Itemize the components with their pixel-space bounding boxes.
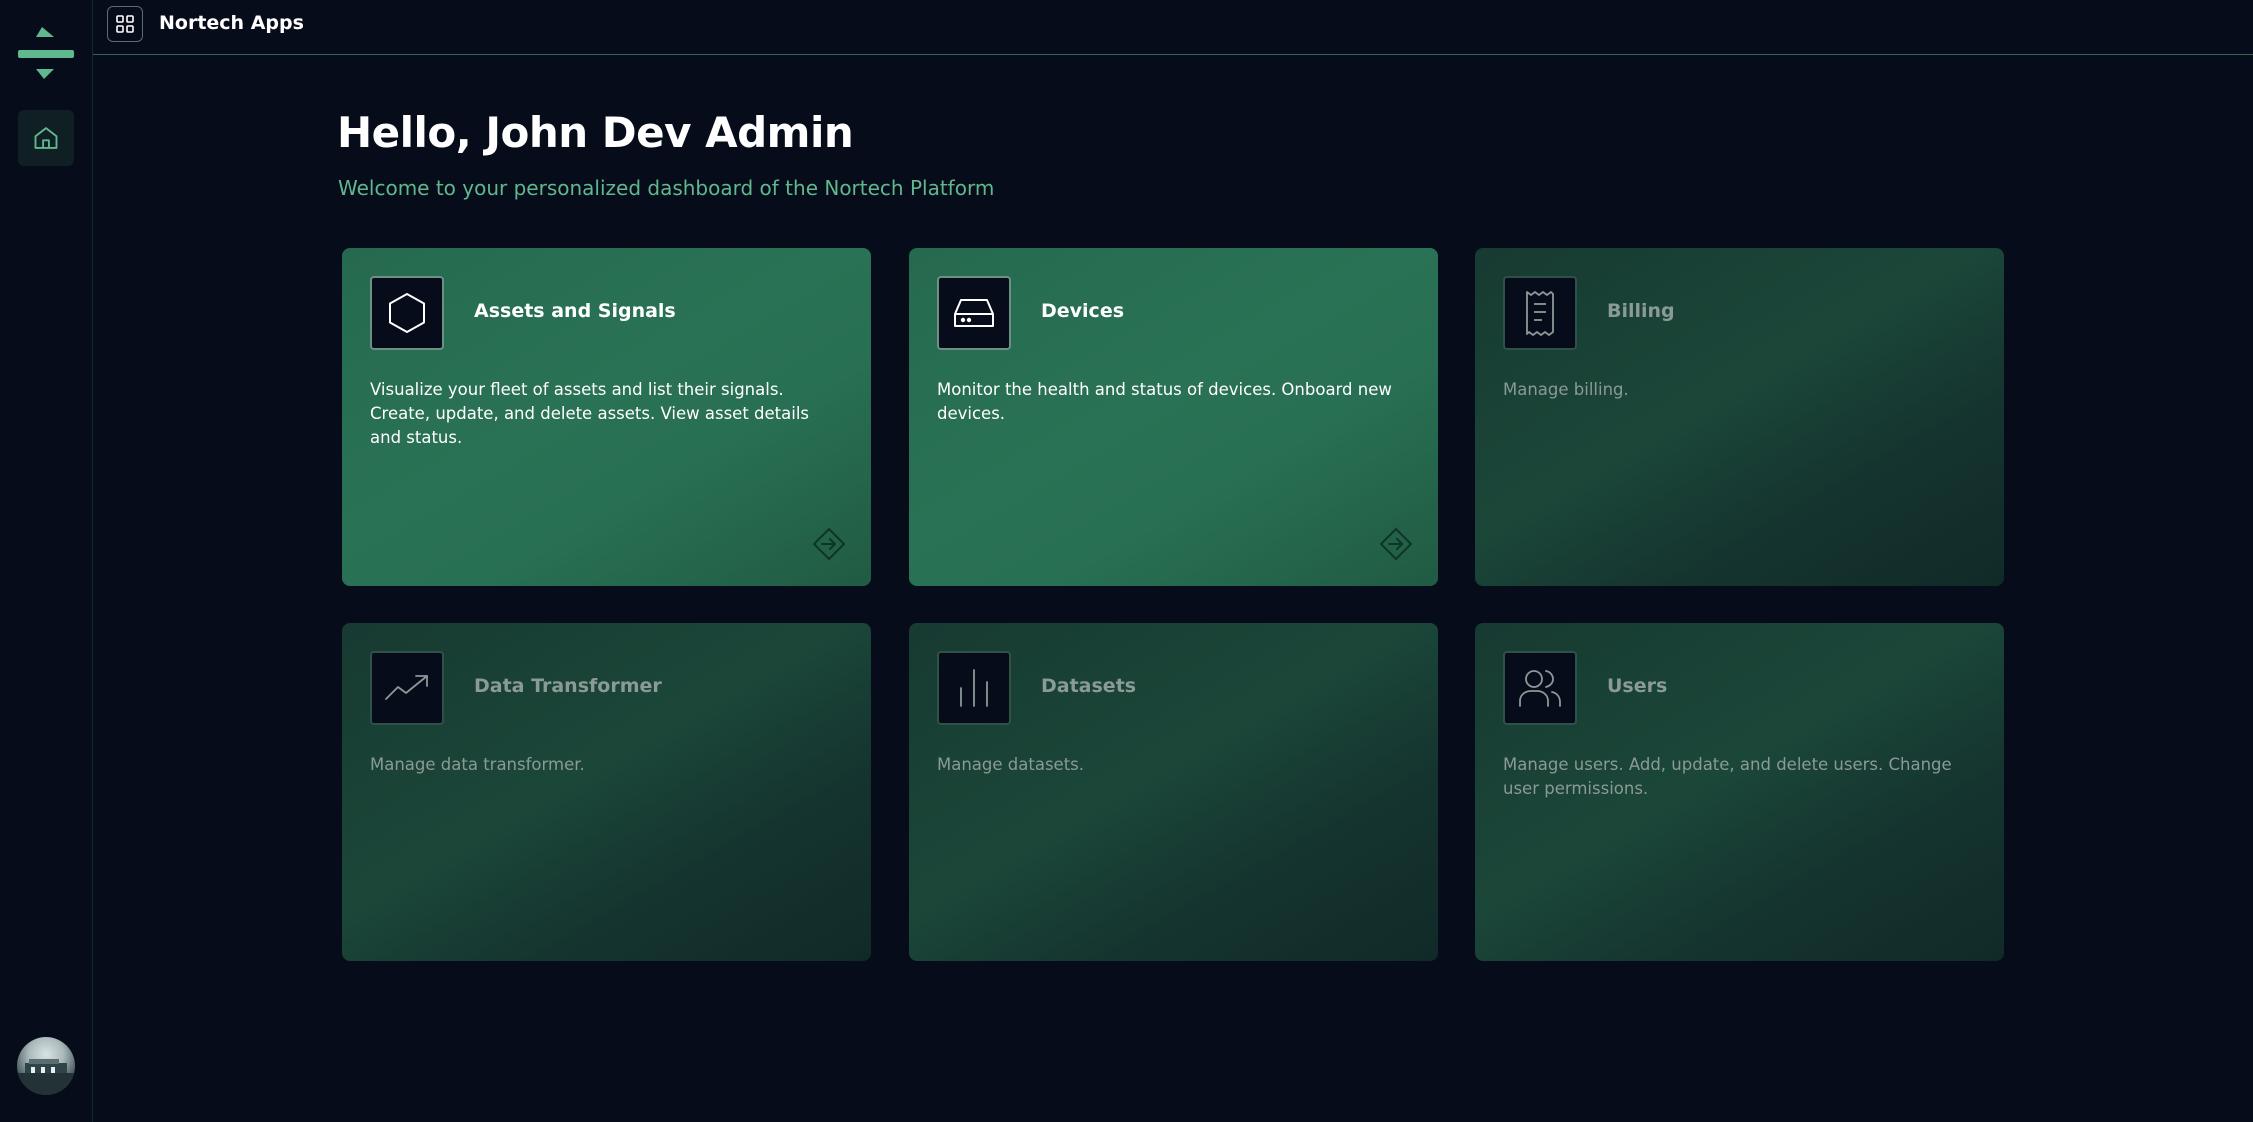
card-description: Manage datasets.: [937, 755, 1085, 774]
arrow-right-icon[interactable]: [1378, 526, 1414, 562]
card-data-transformer: Data Transformer Manage data transformer…: [342, 623, 871, 961]
grid-icon: [116, 15, 134, 33]
hexagon-icon: [389, 293, 425, 333]
sidebar: [0, 0, 93, 1122]
card-description: Manage billing.: [1503, 380, 1629, 399]
nortech-logo[interactable]: [14, 20, 78, 86]
card-title: Datasets: [1041, 675, 1137, 697]
trending-up-icon: [385, 675, 428, 700]
arrow-right-icon[interactable]: [811, 526, 847, 562]
card-users: Users Manage users. Add, update, and del…: [1475, 623, 2004, 961]
card-title: Users: [1607, 675, 1668, 697]
card-description: Manage users. Add, update, and delete us…: [1503, 755, 1952, 798]
card-assets-and-signals[interactable]: Assets and Signals Visualize your fleet …: [342, 248, 871, 586]
card-description: Manage data transformer.: [370, 755, 585, 774]
card-title: Billing: [1607, 300, 1675, 322]
card-description: Monitor the health and status of devices…: [937, 380, 1392, 423]
page-title: Hello, John Dev Admin: [337, 108, 854, 157]
card-billing: Billing Manage billing.: [1475, 248, 2004, 586]
card-title: Data Transformer: [474, 675, 662, 697]
card-icon-box: [370, 651, 444, 725]
card-description: Visualize your fleet of assets and list …: [370, 380, 810, 447]
apps-menu-button[interactable]: [107, 6, 143, 42]
card-icon-box: [1503, 651, 1577, 725]
top-bar: Nortech Apps: [93, 0, 2253, 55]
users-icon: [1519, 670, 1561, 707]
card-datasets: Datasets Manage datasets.: [909, 623, 1438, 961]
card-icon-box: [937, 276, 1011, 350]
app-title: Nortech Apps: [159, 12, 304, 34]
receipt-icon: [1526, 291, 1554, 336]
card-icon-box: [1503, 276, 1577, 350]
card-icon-box: [370, 276, 444, 350]
home-nav-button[interactable]: [18, 110, 74, 166]
card-title: Assets and Signals: [474, 300, 676, 322]
card-devices[interactable]: Devices Monitor the health and status of…: [909, 248, 1438, 586]
card-title: Devices: [1041, 300, 1125, 322]
home-icon: [34, 127, 58, 149]
hard-drive-icon: [954, 299, 994, 327]
bar-chart-icon: [960, 669, 988, 707]
user-avatar[interactable]: [17, 1037, 75, 1095]
card-icon-box: [937, 651, 1011, 725]
page-subtitle: Welcome to your personalized dashboard o…: [338, 176, 995, 200]
